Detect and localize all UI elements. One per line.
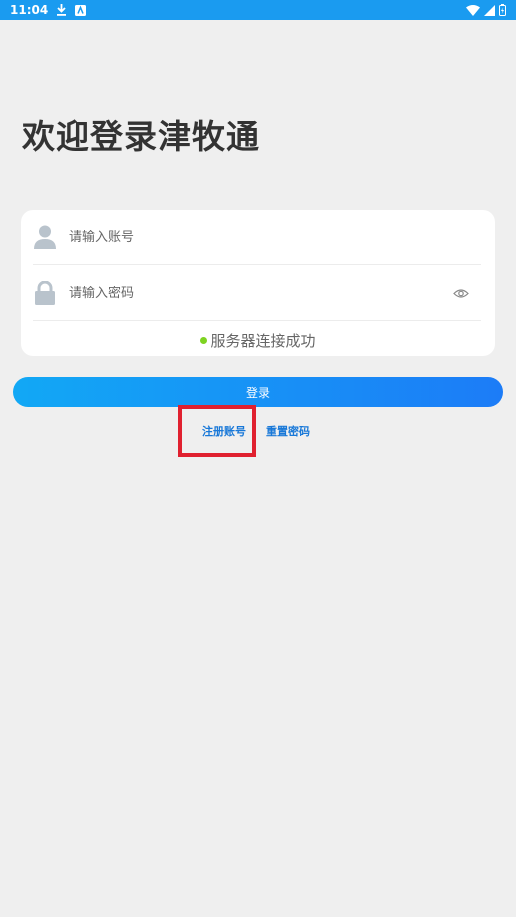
highlight-box — [178, 405, 256, 457]
notification-icon — [75, 4, 87, 16]
account-input[interactable] — [69, 229, 481, 245]
reset-password-link[interactable]: 重置密码 — [266, 423, 310, 439]
status-bar: 11:04 — [0, 0, 516, 20]
eye-icon[interactable] — [451, 283, 471, 303]
password-row — [33, 266, 481, 321]
password-input[interactable] — [69, 285, 451, 301]
server-status-text: 服务器连接成功 — [210, 332, 316, 350]
battery-icon — [499, 4, 506, 16]
status-dot-icon — [200, 337, 208, 344]
download-icon — [57, 4, 67, 16]
account-row — [33, 210, 481, 265]
auth-links: 注册账号 重置密码 — [0, 423, 516, 439]
status-time: 11:04 — [10, 3, 49, 17]
server-status: 服务器连接成功 — [21, 330, 495, 351]
wifi-icon — [466, 4, 480, 16]
lock-icon — [33, 281, 57, 305]
signal-icon — [484, 4, 495, 16]
login-form-card: 服务器连接成功 — [21, 210, 495, 356]
login-button[interactable]: 登录 — [13, 377, 503, 407]
page-title: 欢迎登录津牧通 — [22, 117, 260, 156]
user-icon — [33, 225, 57, 249]
